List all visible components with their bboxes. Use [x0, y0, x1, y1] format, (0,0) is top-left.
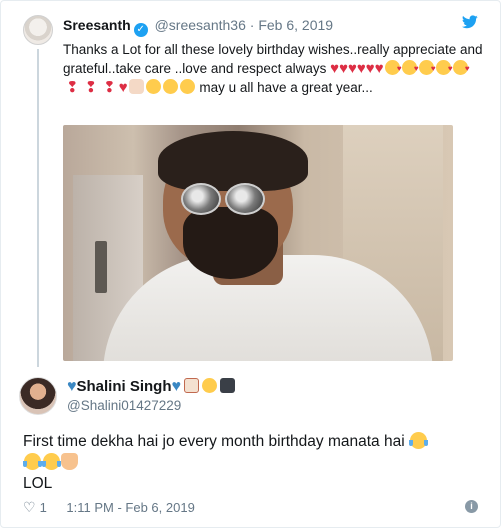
kiss-face-icon	[401, 59, 419, 78]
reply-tweet-text: First time dekha hai jo every month birt…	[23, 431, 483, 494]
kiss-face-icon	[384, 59, 402, 78]
elevator-button-panel	[95, 241, 107, 293]
baby-chick-icon	[202, 378, 218, 393]
kiss-face-icon	[435, 59, 453, 78]
detective-icon	[220, 378, 236, 393]
hug-face-icon	[145, 79, 161, 94]
reply-tweet-lol: LOL	[23, 475, 53, 492]
sunglasses-left-lens	[181, 183, 221, 215]
kiss-face-icon	[418, 59, 436, 78]
red-heart-icon: ♥	[356, 60, 366, 77]
red-heart-icon: ♥	[330, 60, 340, 77]
kiss-face-icon	[452, 59, 470, 78]
red-heart-icon: ♥	[347, 60, 357, 77]
heart-exclamation-icon: ❢	[84, 79, 98, 96]
reply-author-handle[interactable]: @Shalini01427229	[67, 398, 181, 413]
quoted-tweet-header: Sreesanth ✓ @sreesanth36 · Feb 6, 2019	[63, 17, 333, 37]
tweet-footer: ♡ 1 1:11 PM - Feb 6, 2019	[23, 499, 195, 516]
hair	[158, 131, 308, 191]
sunglasses-right-lens	[225, 183, 265, 215]
reply-tweet-body: First time dekha hai jo every month birt…	[23, 433, 405, 450]
selfie-photo[interactable]	[63, 125, 453, 361]
red-heart-icon: ♥	[339, 60, 348, 77]
quoted-tweet-tail: may u all have a great year...	[199, 80, 373, 95]
blue-heart-icon: ♥	[67, 378, 77, 395]
bow-and-arrow-icon	[184, 378, 200, 393]
like-count[interactable]: 1	[40, 500, 47, 515]
reply-author-name-row[interactable]: ♥Shalini Singh♥	[67, 378, 236, 396]
shalini-avatar[interactable]	[19, 377, 57, 415]
info-icon[interactable]: i	[465, 500, 478, 513]
tweet-card: Sreesanth ✓ @sreesanth36 · Feb 6, 2019 Th…	[0, 0, 501, 528]
sreesanth-avatar[interactable]	[23, 15, 53, 45]
tears-of-joy-icon	[408, 432, 428, 449]
tweet-timestamp[interactable]: 1:11 PM - Feb 6, 2019	[66, 500, 194, 515]
quoted-tweet-date[interactable]: Feb 6, 2019	[258, 17, 333, 33]
blue-heart-icon: ♥	[171, 378, 182, 395]
quoted-author-name[interactable]: Sreesanth	[63, 17, 131, 33]
header-separator: ·	[249, 17, 255, 33]
folded-hands-icon	[61, 453, 78, 470]
hug-face-icon	[162, 79, 178, 94]
thread-connector-line	[37, 49, 39, 367]
like-heart-icon[interactable]: ♡	[23, 499, 36, 515]
tears-of-joy-icon	[23, 453, 42, 470]
heart-exclamation-icon: ❢	[66, 79, 79, 96]
red-heart-icon: ♥	[118, 79, 128, 96]
beard	[183, 207, 278, 279]
crying-face-icon	[42, 453, 61, 470]
quoted-tweet-text: Thanks a Lot for all these lovely birthd…	[63, 40, 483, 97]
twitter-bird-icon[interactable]	[462, 15, 478, 29]
quoted-author-handle[interactable]: @sreesanth36	[155, 17, 246, 33]
red-heart-icon: ♥	[374, 60, 384, 77]
hug-face-icon	[179, 79, 195, 94]
reply-display-name[interactable]: Shalini Singh	[77, 378, 172, 395]
red-heart-icon: ♥	[365, 60, 375, 77]
heart-exclamation-icon: ❢	[103, 79, 116, 96]
thumbs-up-icon	[128, 79, 144, 94]
verified-badge-icon: ✓	[133, 23, 148, 37]
